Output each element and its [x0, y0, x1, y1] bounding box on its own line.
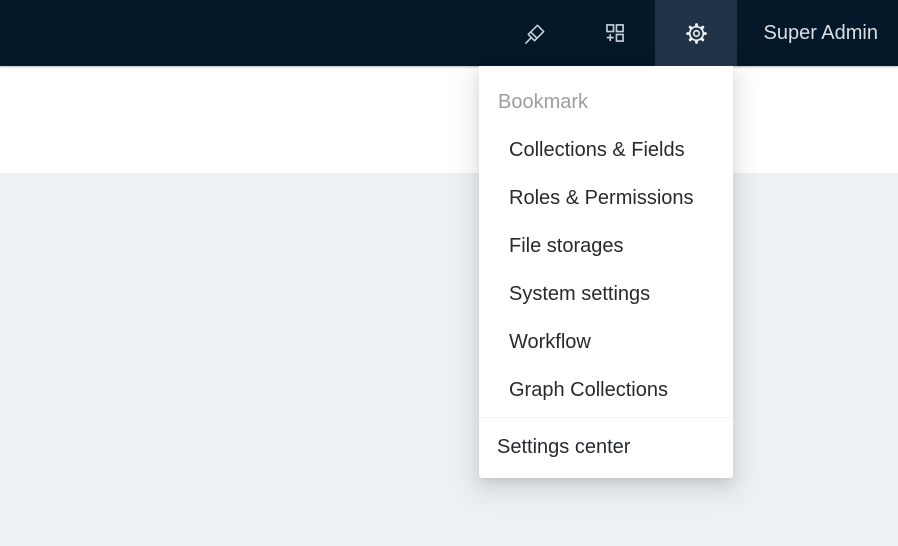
- user-menu[interactable]: Super Admin: [737, 0, 898, 66]
- menu-item-collections-fields[interactable]: Collections & Fields: [479, 126, 733, 174]
- user-name-label: Super Admin: [763, 22, 878, 45]
- menu-item-roles-permissions[interactable]: Roles & Permissions: [479, 174, 733, 222]
- ui-editor-button[interactable]: [575, 0, 655, 66]
- menu-item-settings-center[interactable]: Settings center: [479, 422, 733, 472]
- settings-gear-icon: [685, 22, 708, 45]
- menu-divider: [479, 417, 733, 418]
- settings-dropdown-menu: Bookmark Collections & Fields Roles & Pe…: [479, 66, 733, 478]
- top-navbar: Super Admin: [0, 0, 898, 66]
- screen: Super Admin Bookmark Collections & Field…: [0, 0, 898, 546]
- ui-editor-plus-grid-icon: [604, 22, 626, 44]
- menu-group-title-bookmark: Bookmark: [479, 78, 733, 126]
- page-header-area: [0, 66, 898, 173]
- highlight-mode-button[interactable]: [495, 0, 575, 66]
- menu-item-workflow[interactable]: Workflow: [479, 318, 733, 366]
- menu-item-system-settings[interactable]: System settings: [479, 270, 733, 318]
- menu-item-graph-collections[interactable]: Graph Collections: [479, 366, 733, 414]
- highlighter-icon: [524, 22, 547, 45]
- menu-item-file-storages[interactable]: File storages: [479, 222, 733, 270]
- settings-menu-button[interactable]: [655, 0, 737, 66]
